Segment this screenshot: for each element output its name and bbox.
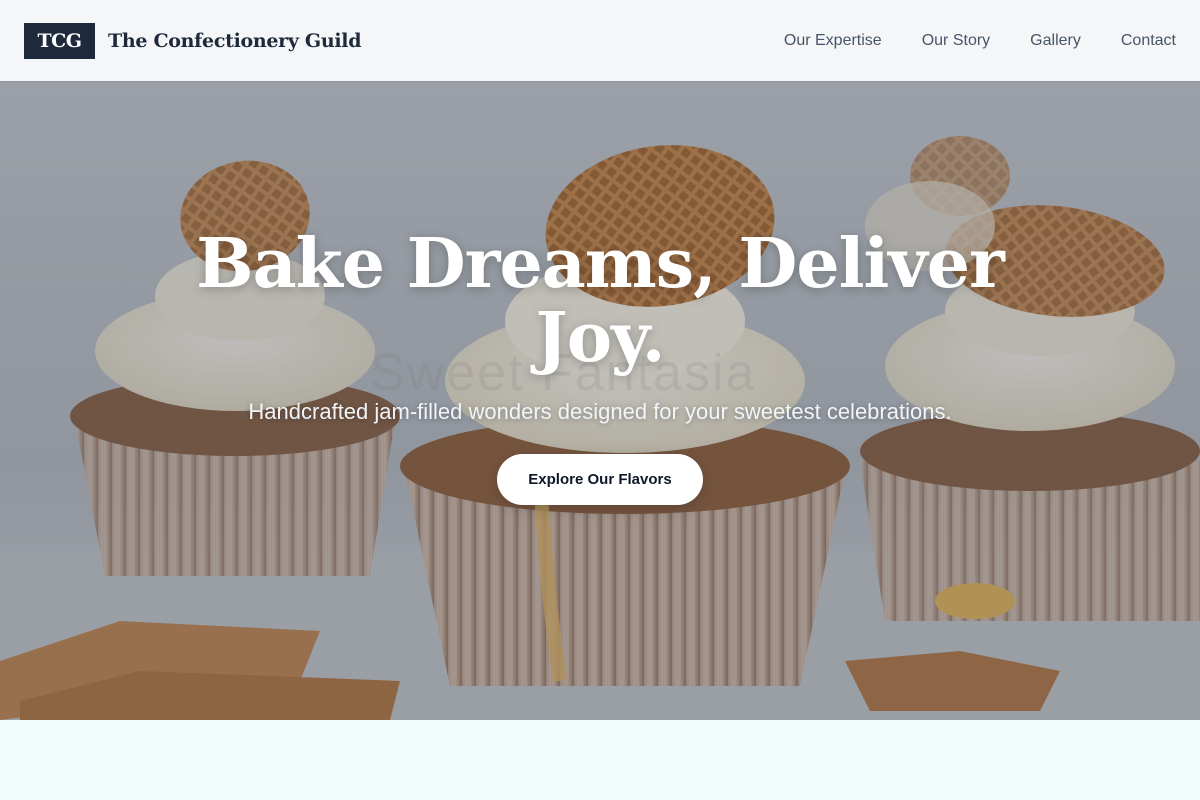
main-nav: Our Expertise Our Story Gallery Contact <box>784 0 1176 81</box>
logo[interactable]: TCG <box>24 22 95 59</box>
site-header: TCG The Confectionery Guild Our Expertis… <box>0 0 1200 81</box>
nav-link-our-story[interactable]: Our Story <box>922 32 990 50</box>
hero-content: Bake Dreams, Deliver Joy. Handcrafted ja… <box>0 81 1200 720</box>
hero-title: Bake Dreams, Deliver Joy. <box>196 224 1005 378</box>
nav-link-contact[interactable]: Contact <box>1121 32 1176 50</box>
nav-link-our-expertise[interactable]: Our Expertise <box>784 32 882 50</box>
hero-section: Sweet Fantasia Bake Dreams, Deliver Joy.… <box>0 81 1200 720</box>
nav-link-gallery[interactable]: Gallery <box>1030 32 1081 50</box>
next-section <box>0 720 1200 800</box>
brand[interactable]: TCG The Confectionery Guild <box>24 22 362 59</box>
explore-flavors-button[interactable]: Explore Our Flavors <box>497 454 703 505</box>
hero-subtitle: Handcrafted jam-filled wonders designed … <box>248 399 952 424</box>
brand-name[interactable]: The Confectionery Guild <box>108 30 362 52</box>
